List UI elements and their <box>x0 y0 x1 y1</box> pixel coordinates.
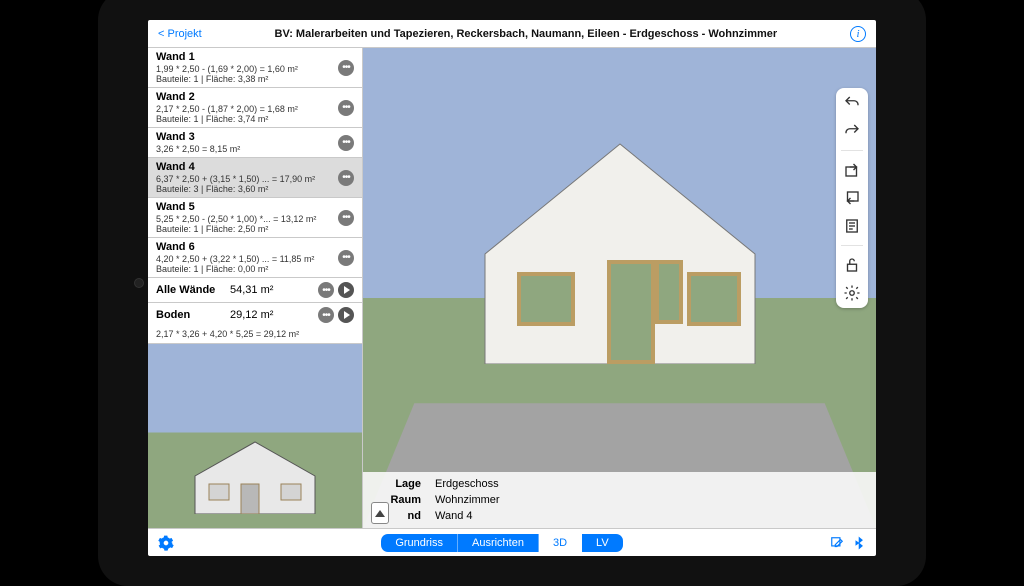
wall-name: Wand 5 <box>156 201 332 213</box>
wall-row[interactable]: Wand 3 3,26 * 2,50 = 8,15 m² ••• <box>148 128 362 158</box>
summary-floor[interactable]: Boden 29,12 m² ••• 2,17 * 3,26 + 4,20 * … <box>148 303 362 344</box>
more-icon[interactable]: ••• <box>338 135 354 151</box>
footer-bar: Grundriss Ausrichten 3D LV <box>148 528 876 556</box>
wall-calc: 4,20 * 2,50 + (3,22 * 1,50) ... = 11,85 … <box>156 254 332 264</box>
wall-meta: Bauteile: 1 | Fläche: 3,74 m² <box>156 114 332 124</box>
more-icon[interactable]: ••• <box>318 282 334 298</box>
more-icon[interactable]: ••• <box>338 170 354 186</box>
scroll-up-button[interactable] <box>371 502 389 524</box>
more-icon[interactable]: ••• <box>318 307 334 323</box>
main-3d-view[interactable]: Lage Erdgeschoss Raum Wohnzimmer nd Wand… <box>363 48 876 528</box>
summary-label: Boden <box>156 309 224 321</box>
wall-calc: 1,99 * 2,50 - (1,69 * 2,00) = 1,60 m² <box>156 64 332 74</box>
lock-icon[interactable] <box>843 256 861 274</box>
wall-calc: 2,17 * 2,50 - (1,87 * 2,00) = 1,68 m² <box>156 104 332 114</box>
wall-meta: Bauteile: 1 | Fläche: 2,50 m² <box>156 224 332 234</box>
view-segmented-control[interactable]: Grundriss Ausrichten 3D LV <box>381 534 622 552</box>
gear-icon[interactable] <box>843 284 861 302</box>
wall-row[interactable]: Wand 2 2,17 * 2,50 - (1,87 * 2,00) = 1,6… <box>148 88 362 128</box>
more-icon[interactable]: ••• <box>338 60 354 76</box>
undo-icon[interactable] <box>843 94 861 112</box>
segment-lv[interactable]: LV <box>582 534 623 552</box>
wall-meta: Bauteile: 3 | Fläche: 3,60 m² <box>156 184 332 194</box>
play-icon[interactable] <box>338 282 354 298</box>
segment-grundriss[interactable]: Grundriss <box>381 534 458 552</box>
play-icon[interactable] <box>338 307 354 323</box>
wall-meta: Bauteile: 1 | Fläche: 3,38 m² <box>156 74 332 84</box>
settings-gear-icon[interactable] <box>158 535 174 551</box>
back-button[interactable]: < Projekt <box>158 28 202 40</box>
more-icon[interactable]: ••• <box>338 250 354 266</box>
wall-row[interactable]: Wand 1 1,99 * 2,50 - (1,69 * 2,00) = 1,6… <box>148 48 362 88</box>
more-icon[interactable]: ••• <box>338 210 354 226</box>
detail-key-lage: Lage <box>373 478 421 490</box>
export-icon[interactable] <box>843 161 861 179</box>
segment-ausrichten[interactable]: Ausrichten <box>458 534 539 552</box>
wall-calc: 6,37 * 2,50 + (3,15 * 1,50) ... = 17,90 … <box>156 174 332 184</box>
edit-icon[interactable] <box>830 536 844 550</box>
view-toolbar <box>836 88 868 308</box>
more-icon[interactable]: ••• <box>338 100 354 116</box>
wall-row[interactable]: Wand 6 4,20 * 2,50 + (3,22 * 1,50) ... =… <box>148 238 362 278</box>
wall-meta: Bauteile: 1 | Fläche: 0,00 m² <box>156 264 332 274</box>
summary-value: 29,12 m² <box>230 309 312 321</box>
import-icon[interactable] <box>843 189 861 207</box>
segment-3d[interactable]: 3D <box>539 534 582 552</box>
house-icon <box>185 434 325 514</box>
wall-name: Wand 2 <box>156 91 332 103</box>
wall-name: Wand 1 <box>156 51 332 63</box>
house-3d <box>455 134 785 364</box>
wall-row[interactable]: Wand 5 5,25 * 2,50 - (2,50 * 1,00) *... … <box>148 198 362 238</box>
tablet-camera <box>134 278 144 288</box>
redo-icon[interactable] <box>843 122 861 140</box>
notes-icon[interactable] <box>843 217 861 235</box>
summary-label: Alle Wände <box>156 284 224 296</box>
wall-list-panel: Wand 1 1,99 * 2,50 - (1,69 * 2,00) = 1,6… <box>148 48 363 528</box>
detail-val-lage: Erdgeschoss <box>435 478 866 490</box>
wall-name: Wand 6 <box>156 241 332 253</box>
wall-calc: 5,25 * 2,50 - (2,50 * 1,00) *... = 13,12… <box>156 214 332 224</box>
summary-all-walls[interactable]: Alle Wände 54,31 m² ••• <box>148 278 362 303</box>
wall-calc: 3,26 * 2,50 = 8,15 m² <box>156 144 332 154</box>
bluetooth-icon[interactable] <box>852 536 866 550</box>
info-icon[interactable]: i <box>850 26 866 42</box>
wall-name: Wand 4 <box>156 161 332 173</box>
navigation-bar: < Projekt BV: Malerarbeiten und Tapezier… <box>148 20 876 48</box>
summary-value: 54,31 m² <box>230 284 312 296</box>
detail-val-wand: Wand 4 <box>435 510 866 522</box>
detail-val-raum: Wohnzimmer <box>435 494 866 506</box>
detail-panel: Lage Erdgeschoss Raum Wohnzimmer nd Wand… <box>363 472 876 528</box>
wall-name: Wand 3 <box>156 131 332 143</box>
mini-3d-preview[interactable] <box>148 344 362 528</box>
floor-calc: 2,17 * 3,26 + 4,20 * 5,25 = 29,12 m² <box>156 329 354 339</box>
wall-row[interactable]: Wand 4 6,37 * 2,50 + (3,15 * 1,50) ... =… <box>148 158 362 198</box>
page-title: BV: Malerarbeiten und Tapezieren, Recker… <box>202 28 850 40</box>
